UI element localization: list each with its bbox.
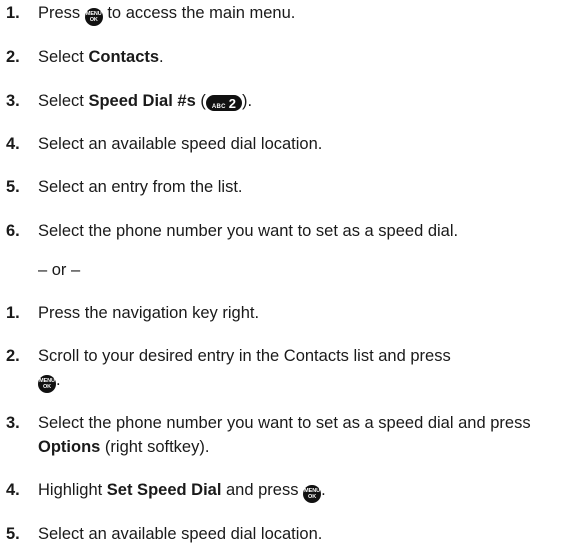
- step-number: 4.: [6, 135, 20, 153]
- step-text: Press the navigation key right.: [38, 304, 260, 322]
- menu-ok-key-icon: MENU OK: [303, 485, 322, 503]
- abc-2-key-icon: ABC 2: [205, 95, 242, 111]
- step-text: Select Contacts.: [38, 48, 164, 66]
- step-item: 2. Select Contacts.: [6, 45, 573, 69]
- step-item: 4. Highlight Set Speed Dial and press ME…: [6, 478, 573, 503]
- step-number: 4.: [6, 481, 20, 499]
- step-number: 2.: [6, 347, 20, 365]
- step-text: Highlight Set Speed Dial and press MENU O…: [38, 478, 573, 503]
- step-number: 1.: [6, 4, 20, 22]
- step-text: Select an entry from the list.: [38, 178, 243, 196]
- step-item: 5. Select an available speed dial locati…: [6, 522, 573, 546]
- step-item: 5. Select an entry from the list.: [6, 175, 573, 199]
- step-number: 2.: [6, 48, 20, 66]
- step-text: Scroll to your desired entry in the Cont…: [38, 344, 573, 393]
- step-item: 3. Select the phone number you want to s…: [6, 411, 573, 459]
- step-item: 4. Select an available speed dial locati…: [6, 132, 573, 156]
- step-text: Select an available speed dial location.: [38, 525, 323, 543]
- or-separator: – or –: [38, 261, 81, 279]
- step-item: 1. Press the navigation key right.: [6, 301, 573, 325]
- step-number: 6.: [6, 222, 20, 240]
- step-text: Select Speed Dial #s (ABC 2).: [38, 92, 253, 111]
- instructions-page: 1. Press MENU OK to access the main menu.…: [0, 0, 579, 559]
- step-text: Select the phone number you want to set …: [38, 414, 531, 456]
- step-number: 5.: [6, 178, 20, 196]
- step-item: 6. Select the phone number you want to s…: [6, 219, 573, 243]
- step-item: 1. Press MENU OK to access the main menu.: [6, 1, 573, 26]
- step-text: Select the phone number you want to set …: [38, 222, 459, 240]
- step-number: 3.: [6, 414, 20, 432]
- step-number: 5.: [6, 525, 20, 543]
- step-text: Select an available speed dial location.: [38, 135, 323, 153]
- step-text: Press MENU OK to access the main menu.: [38, 1, 573, 26]
- step-number: 1.: [6, 304, 20, 322]
- menu-ok-key-icon: MENU OK: [84, 8, 103, 26]
- step-item: 2. Scroll to your desired entry in the C…: [6, 344, 573, 393]
- menu-ok-key-icon: MENU OK: [38, 375, 56, 393]
- step-item: 3. Select Speed Dial #s (ABC 2).: [6, 89, 573, 113]
- step-number: 3.: [6, 92, 20, 110]
